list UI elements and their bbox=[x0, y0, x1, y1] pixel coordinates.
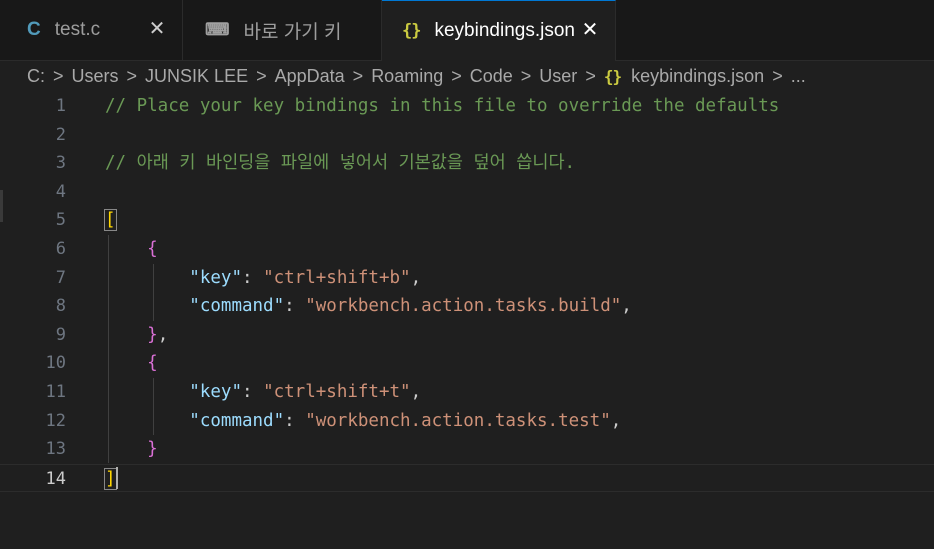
code-line: 9 }, bbox=[0, 321, 934, 350]
colon: : bbox=[241, 267, 264, 288]
tab-test-c[interactable]: C test.c ✕ bbox=[0, 0, 183, 60]
c-file-icon: C bbox=[27, 19, 41, 40]
tab-label: test.c bbox=[54, 19, 101, 40]
close-icon[interactable]: ✕ bbox=[579, 19, 601, 41]
json-key: "key" bbox=[189, 382, 242, 402]
code-line: 7 "key": "ctrl+shift+b", bbox=[0, 264, 934, 293]
json-file-icon: {} bbox=[402, 21, 422, 41]
colon: : bbox=[284, 410, 306, 431]
comma: , bbox=[410, 267, 422, 288]
json-value: "ctrl+shift+t" bbox=[263, 382, 411, 402]
colon: : bbox=[284, 296, 306, 317]
code-editor[interactable]: 1 // Place your key bindings in this fil… bbox=[0, 92, 934, 549]
code-line: 2 bbox=[0, 121, 934, 150]
code-line: 11 "key": "ctrl+shift+t", bbox=[0, 378, 934, 407]
code-line: 4 bbox=[0, 178, 934, 207]
code-line: 8 "command": "workbench.action.tasks.bui… bbox=[0, 292, 934, 321]
current-line: 14 ] bbox=[0, 463, 934, 493]
code-line: 1 // Place your key bindings in this fil… bbox=[0, 92, 934, 121]
tab-bar: C test.c ✕ ⌨ 바로 가기 키 {} keybindings.json… bbox=[0, 0, 934, 61]
json-key: "command" bbox=[189, 410, 285, 431]
comma: , bbox=[157, 324, 169, 345]
chevron-right-icon: > bbox=[256, 65, 267, 86]
code-line: 5 [ bbox=[0, 206, 934, 235]
tab-keyboard-shortcuts[interactable]: ⌨ 바로 가기 키 bbox=[183, 0, 382, 60]
code-line: 10 { bbox=[0, 349, 934, 378]
keyboard-icon: ⌨ bbox=[205, 20, 230, 39]
chevron-right-icon: > bbox=[585, 65, 596, 86]
breadcrumb-item[interactable]: User bbox=[539, 66, 577, 87]
line-number: 14 bbox=[45, 468, 66, 489]
comment: // 아래 키 바인딩을 파일에 넣어서 기본값을 덮어 씁니다. bbox=[105, 153, 576, 174]
chevron-right-icon: > bbox=[772, 65, 783, 86]
code-line: 12 "command": "workbench.action.tasks.te… bbox=[0, 407, 934, 436]
open-brace: { bbox=[147, 239, 158, 259]
tab-keybindings-json[interactable]: {} keybindings.json ✕ bbox=[382, 0, 616, 61]
line-number: 3 bbox=[55, 153, 66, 174]
line-number: 6 bbox=[55, 239, 66, 259]
line-number: 4 bbox=[55, 181, 66, 202]
open-brace: { bbox=[147, 353, 158, 374]
json-key: "key" bbox=[189, 267, 242, 288]
close-brace: } bbox=[147, 324, 158, 345]
breadcrumb-item[interactable]: C: bbox=[27, 66, 45, 87]
comma: , bbox=[621, 296, 632, 317]
breadcrumb-file[interactable]: keybindings.json bbox=[631, 66, 764, 87]
open-bracket: [ bbox=[104, 209, 117, 232]
line-number: 8 bbox=[55, 296, 66, 317]
line-number: 1 bbox=[55, 96, 66, 116]
line-number: 5 bbox=[55, 210, 66, 231]
json-file-icon: {} bbox=[603, 66, 622, 86]
line-number: 11 bbox=[45, 382, 66, 402]
code-line: 13 } bbox=[0, 435, 934, 464]
json-value: "workbench.action.tasks.test" bbox=[305, 410, 611, 431]
text-cursor bbox=[116, 467, 118, 489]
line-number: 10 bbox=[45, 353, 66, 374]
colon: : bbox=[241, 382, 264, 402]
breadcrumb-item[interactable]: AppData bbox=[275, 66, 345, 87]
comma: , bbox=[610, 410, 622, 431]
breadcrumb: C: > Users > JUNSIK LEE > AppData > Roaming >… bbox=[0, 61, 934, 91]
tab-label: keybindings.json bbox=[434, 20, 575, 41]
code-line: 3 // 아래 키 바인딩을 파일에 넣어서 기본값을 덮어 씁니다. bbox=[0, 149, 934, 178]
breadcrumb-item[interactable]: Users bbox=[72, 66, 119, 87]
code-line: 6 { bbox=[0, 235, 934, 264]
chevron-right-icon: > bbox=[53, 65, 64, 86]
chevron-right-icon: > bbox=[352, 65, 364, 86]
breadcrumb-item[interactable]: JUNSIK LEE bbox=[145, 66, 248, 87]
json-value: "ctrl+shift+b" bbox=[263, 267, 411, 288]
line-number: 7 bbox=[55, 267, 66, 288]
chevron-right-icon: > bbox=[126, 65, 138, 86]
comma: , bbox=[410, 382, 422, 402]
close-bracket: ] bbox=[104, 467, 117, 490]
line-number: 9 bbox=[55, 324, 66, 345]
comment: // Place your key bindings in this file … bbox=[105, 96, 780, 116]
json-value: "workbench.action.tasks.build" bbox=[305, 296, 622, 317]
tab-label: 바로 가기 키 bbox=[243, 21, 342, 43]
chevron-right-icon: > bbox=[520, 65, 532, 86]
chevron-right-icon: > bbox=[451, 65, 462, 86]
json-key: "command" bbox=[189, 296, 285, 317]
line-number: 2 bbox=[55, 124, 66, 145]
breadcrumb-item[interactable]: Code bbox=[470, 66, 513, 87]
breadcrumb-item[interactable]: Roaming bbox=[371, 66, 443, 87]
line-number: 12 bbox=[45, 410, 66, 431]
line-number: 13 bbox=[45, 439, 66, 460]
close-icon[interactable]: ✕ bbox=[146, 18, 168, 40]
close-brace: } bbox=[147, 439, 158, 460]
breadcrumb-more[interactable]: ... bbox=[791, 66, 806, 87]
